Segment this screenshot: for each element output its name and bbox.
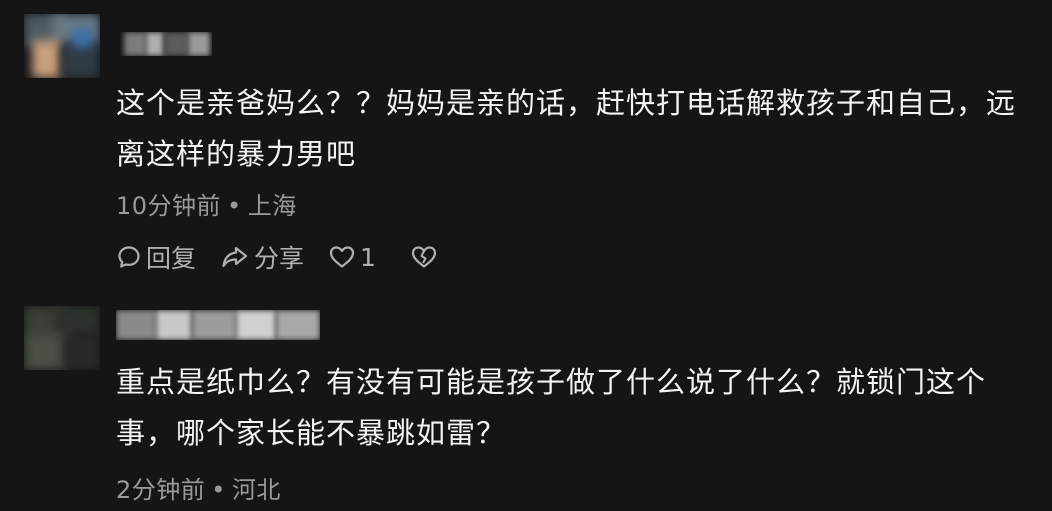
username-blurred[interactable] <box>116 310 320 340</box>
comment-meta: 2分钟前 • 河北 <box>116 470 281 505</box>
meta-separator: • <box>227 192 242 220</box>
comment-time: 10分钟前 <box>116 192 222 220</box>
comment-item: 这个是亲爸妈么？？妈妈是亲的话，赶快打电话解救孩子和自己，远离这样的暴力男吧 1… <box>0 0 1052 300</box>
comment-bubble-icon <box>118 246 140 268</box>
comment-meta: 10分钟前 • 上海 <box>116 186 297 221</box>
like-button[interactable]: 1 <box>328 243 376 272</box>
share-arrow-icon <box>222 246 248 268</box>
meta-separator: • <box>211 476 226 504</box>
broken-heart-icon <box>411 246 437 268</box>
comment-text: 重点是纸巾么？有没有可能是孩子做了什么说了什么？就锁门这个事，哪个家长能不暴跳如… <box>116 365 987 450</box>
share-button[interactable]: 分享 <box>220 239 304 275</box>
comment-location: 上海 <box>247 192 297 220</box>
username-blurred[interactable] <box>120 32 212 56</box>
comment-time: 2分钟前 <box>116 476 206 504</box>
reply-label: 回复 <box>146 244 197 273</box>
comment-text: 这个是亲爸妈么？？妈妈是亲的话，赶快打电话解救孩子和自己，远离这样的暴力男吧 <box>116 86 1017 171</box>
reply-button[interactable]: 回复 <box>116 239 196 275</box>
avatar[interactable] <box>24 14 100 78</box>
heart-icon <box>329 246 355 268</box>
dislike-button[interactable] <box>410 244 442 270</box>
share-label: 分享 <box>254 244 305 273</box>
comment-actions: 回复 分享 1 <box>116 240 466 274</box>
like-count: 1 <box>360 242 376 272</box>
avatar[interactable] <box>24 306 100 370</box>
comment-location: 河北 <box>231 476 281 504</box>
comment-item: 重点是纸巾么？有没有可能是孩子做了什么说了什么？就锁门这个事，哪个家长能不暴跳如… <box>0 300 1052 511</box>
